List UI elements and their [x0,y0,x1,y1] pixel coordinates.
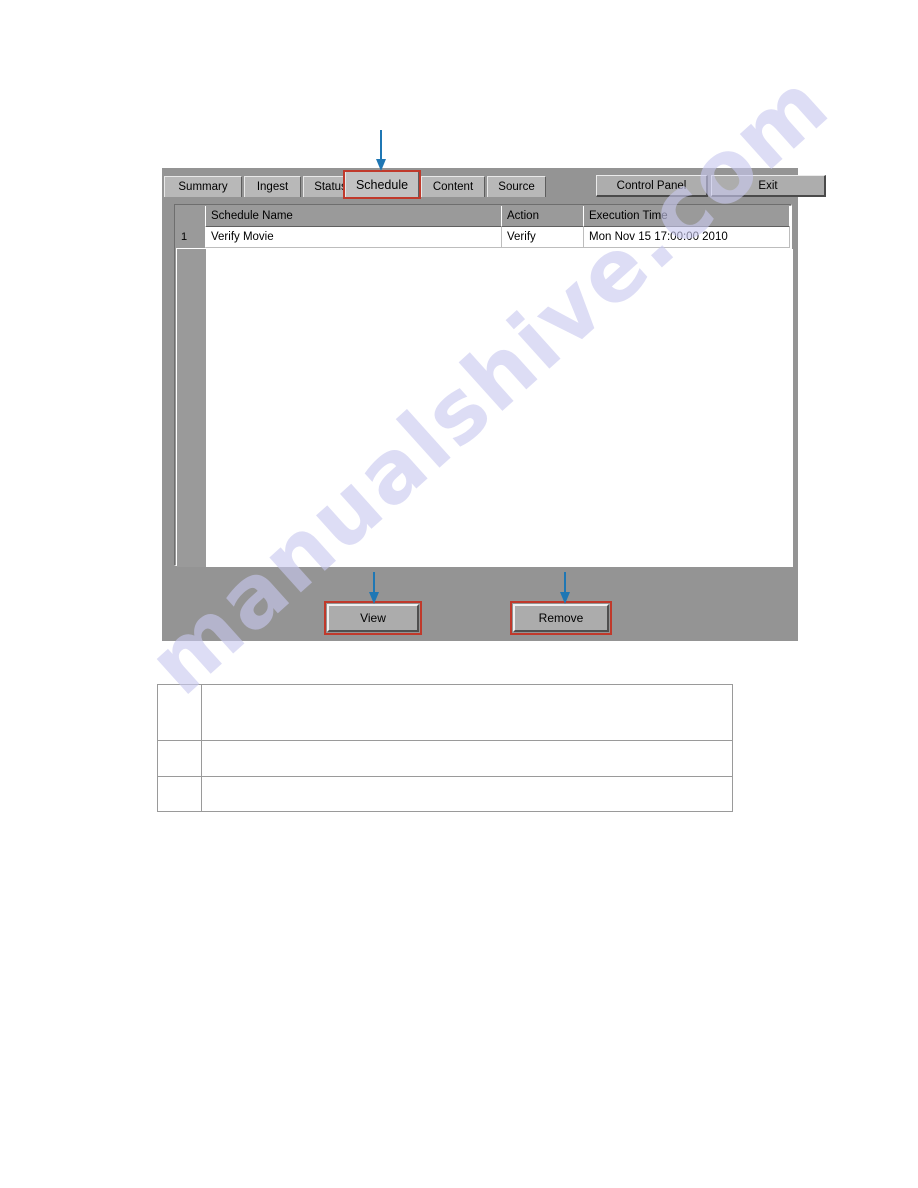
control-panel-button[interactable]: Control Panel [596,175,708,197]
row-number: 1 [176,227,206,248]
header-schedule-name[interactable]: Schedule Name [206,206,502,227]
header-rownum-cell [176,206,206,227]
tab-status-label: Status [314,181,347,193]
header-action[interactable]: Action [502,206,584,227]
schedule-table: Schedule Name Action Execution Time 1 Ve… [176,206,793,567]
legend-row [158,777,732,811]
legend-row-number [158,777,202,811]
legend-table [157,684,733,812]
tab-summary-label: Summary [178,181,228,193]
legend-row-text [202,777,732,811]
schedule-table-panel[interactable]: Schedule Name Action Execution Time 1 Ve… [174,204,793,567]
legend-row-number [158,685,202,740]
tab-content-label: Content [432,181,474,193]
tab-source[interactable]: Source [487,176,546,197]
tab-schedule-label: Schedule [355,178,409,192]
table-empty-area [177,249,793,567]
rownum-gutter [177,249,207,567]
table-header-row: Schedule Name Action Execution Time [176,206,792,227]
tab-source-label: Source [498,181,535,193]
legend-row-text [202,741,732,776]
tab-ingest-label: Ingest [256,181,289,193]
tab-bar: Summary Ingest Status Schedule Content S… [162,170,826,199]
view-button-label: View [360,611,386,625]
legend-row-number [158,741,202,776]
table-row[interactable]: 1 Verify Movie Verify Mon Nov 15 17:00:0… [176,227,792,248]
view-button[interactable]: View [327,604,419,632]
legend-row-text [202,685,732,740]
remove-button[interactable]: Remove [513,604,609,632]
cell-action[interactable]: Verify [502,227,584,248]
tab-ingest[interactable]: Ingest [244,176,301,197]
exit-label: Exit [758,179,778,192]
tab-summary[interactable]: Summary [164,176,242,197]
cell-execution-time[interactable]: Mon Nov 15 17:00:00 2010 [584,227,790,248]
legend-row [158,741,732,777]
tab-schedule[interactable]: Schedule [345,171,419,198]
control-panel-label: Control Panel [616,179,687,192]
exit-button[interactable]: Exit [711,175,826,197]
remove-button-label: Remove [538,611,584,625]
legend-row [158,685,732,741]
tab-content[interactable]: Content [421,176,485,197]
page-canvas: manualshive.com Summary Ingest Status Sc… [0,0,918,1188]
application-window: Summary Ingest Status Schedule Content S… [162,168,826,641]
cell-schedule-name[interactable]: Verify Movie [206,227,502,248]
empty-rows-area [207,249,793,567]
header-execution-time[interactable]: Execution Time [584,206,790,227]
arrow-to-schedule-tab [376,130,386,171]
